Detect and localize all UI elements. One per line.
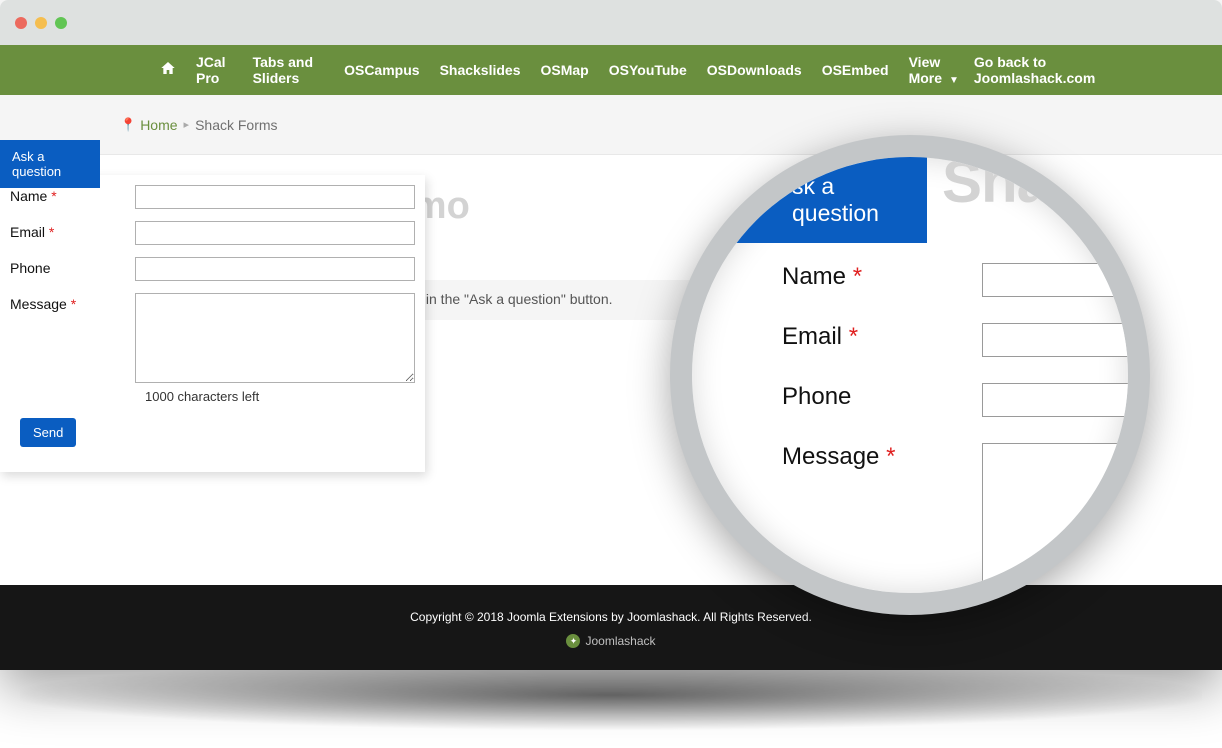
window-titlebar — [0, 0, 1222, 45]
footer-brand[interactable]: ✦ Joomlashack — [0, 634, 1222, 648]
joomlashack-logo-icon: ✦ — [566, 634, 580, 648]
nav-item-osdownloads[interactable]: OSDownloads — [697, 62, 812, 78]
message-textarea[interactable] — [135, 293, 415, 383]
name-input[interactable] — [135, 185, 415, 209]
nav-view-more-label: View More — [909, 54, 942, 86]
chevron-down-icon: ▼ — [949, 75, 959, 86]
window-zoom-icon[interactable] — [55, 17, 67, 29]
message-label: Message * — [10, 293, 135, 312]
phone-input[interactable] — [135, 257, 415, 281]
footer-copyright: Copyright © 2018 Joomla Extensions by Jo… — [0, 610, 1222, 624]
characters-left-text: 1000 characters left — [145, 389, 415, 404]
page-footer: Copyright © 2018 Joomla Extensions by Jo… — [0, 585, 1222, 670]
contact-form-panel: Ask a question Name * Email * Phone Mess… — [0, 175, 425, 472]
info-strip-text: k in the "Ask a question" button. — [415, 291, 613, 307]
email-input[interactable] — [135, 221, 415, 245]
magnified-name-label: Name * — [782, 263, 982, 291]
breadcrumb-separator-icon: ▸ — [184, 118, 190, 131]
send-button[interactable]: Send — [20, 418, 76, 447]
magnified-name-input — [982, 263, 1150, 297]
nav-item-view-more[interactable]: View More ▼ — [899, 54, 974, 86]
magnified-phone-label: Phone — [782, 383, 982, 411]
window-close-icon[interactable] — [15, 17, 27, 29]
magnifier-lens: Sha sk a question Name * Email * Phone M… — [670, 135, 1150, 615]
breadcrumb-current: Shack Forms — [195, 117, 277, 133]
location-pin-icon: 📍 — [120, 117, 136, 133]
contact-form-header[interactable]: Ask a question — [0, 140, 100, 188]
nav-item-osyoutube[interactable]: OSYouTube — [599, 62, 697, 78]
breadcrumb-home-link[interactable]: Home — [140, 117, 177, 133]
nav-item-jcalpro[interactable]: JCal Pro — [186, 54, 243, 86]
magnified-page-title-fragment: Sha — [942, 147, 1049, 216]
breadcrumb: 📍 Home ▸ Shack Forms — [0, 95, 1222, 155]
magnified-email-label: Email * — [782, 323, 982, 351]
nav-go-back-link[interactable]: Go back to Joomlashack.com — [974, 54, 1152, 86]
magnified-phone-input — [982, 383, 1150, 417]
home-icon[interactable] — [150, 60, 186, 81]
magnified-form-header: sk a question — [682, 157, 927, 243]
email-label: Email * — [10, 221, 135, 240]
phone-label: Phone — [10, 257, 135, 276]
nav-item-tabs-sliders[interactable]: Tabs and Sliders — [243, 54, 335, 86]
nav-item-oscampus[interactable]: OSCampus — [334, 62, 429, 78]
footer-brand-label: Joomlashack — [585, 634, 655, 648]
window-drop-shadow — [20, 660, 1202, 730]
magnified-email-input — [982, 323, 1150, 357]
window-minimize-icon[interactable] — [35, 17, 47, 29]
nav-item-osembed[interactable]: OSEmbed — [812, 62, 899, 78]
nav-item-shackslides[interactable]: Shackslides — [430, 62, 531, 78]
magnified-message-textarea — [982, 443, 1150, 583]
nav-item-osmap[interactable]: OSMap — [531, 62, 599, 78]
magnified-message-label: Message * — [782, 443, 982, 471]
main-navbar: JCal Pro Tabs and Sliders OSCampus Shack… — [0, 45, 1222, 95]
